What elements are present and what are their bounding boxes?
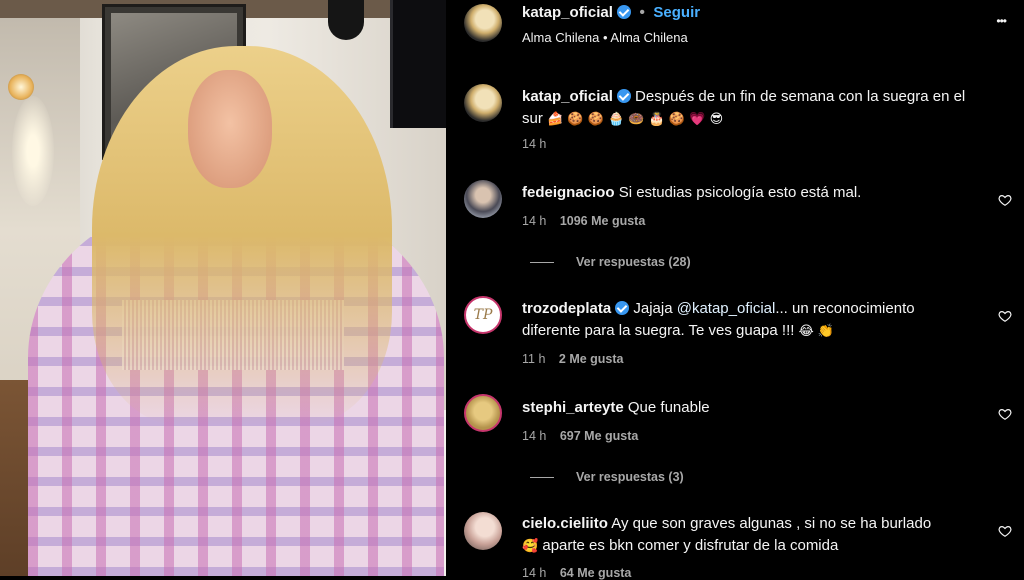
comment-avatar[interactable] (464, 512, 502, 550)
comment-likes[interactable]: 1096 Me gusta (560, 214, 645, 228)
caption-text: Después de un fin de semana con la suegr… (635, 88, 966, 105)
replies-label: Ver respuestas (28) (576, 255, 691, 269)
comment-emojis: 😂 👏 (798, 324, 835, 339)
verified-icon (616, 89, 631, 103)
comment-username[interactable]: cielo.cieliito (522, 515, 608, 532)
comments-panel: katap_oficial • Seguir Alma Chilena • Al… (446, 0, 1024, 580)
audio-separator: • (602, 30, 608, 45)
photo-spotlight (328, 0, 364, 40)
comment-text: Ay que son graves algunas , si no se ha … (611, 515, 932, 532)
comment-avatar[interactable] (464, 394, 502, 432)
caption-text-line2: sur (522, 110, 543, 127)
replies-dash (530, 261, 554, 263)
author-username[interactable]: katap_oficial (522, 4, 613, 21)
audio-right: Alma Chilena (610, 30, 688, 45)
header-dot: • (639, 4, 645, 21)
caption-emojis: 🍰 🍪 🍪 🧁 🍩 🎂 🍪 💗 😎 (547, 112, 724, 127)
comment-username[interactable]: stephi_arteyte (522, 399, 624, 416)
comment-avatar[interactable]: TP (464, 296, 502, 334)
heart-icon[interactable] (998, 524, 1012, 538)
comment-username[interactable]: fedeignacioo (522, 184, 615, 201)
comment-text: Que funable (627, 399, 710, 416)
replies-label: Ver respuestas (3) (576, 470, 684, 484)
comment-text: Si estudias psicología esto está mal. (618, 184, 862, 201)
mention-link[interactable]: @katap_oficial (677, 300, 776, 317)
comment-text-continued: ... un reconocimiento (775, 300, 915, 317)
comment-avatar[interactable] (464, 180, 502, 218)
photo-face (188, 70, 272, 188)
heart-icon[interactable] (998, 407, 1012, 421)
comment-username[interactable]: trozodeplata (522, 300, 611, 317)
view-replies-button[interactable]: Ver respuestas (28) (530, 255, 691, 269)
comment-text: Jajaja (633, 300, 677, 317)
avatar-monogram: TP (473, 307, 493, 323)
comment-time: 14 h (522, 214, 547, 228)
verified-icon (616, 5, 631, 19)
more-options-icon[interactable]: ••• (996, 14, 1007, 28)
verified-icon (615, 301, 630, 315)
comment-likes[interactable]: 697 Me gusta (560, 429, 639, 443)
comment-likes[interactable]: 64 Me gusta (560, 566, 632, 580)
comment-text-line2: diferente para la suegra. Te ves guapa !… (522, 322, 799, 339)
comment-time: 14 h (522, 566, 547, 580)
photo-tv (390, 0, 446, 128)
caption-avatar[interactable] (464, 84, 502, 122)
author-avatar[interactable] (464, 4, 502, 42)
screen: katap_oficial • Seguir Alma Chilena • Al… (0, 0, 1024, 580)
caption-username[interactable]: katap_oficial (522, 88, 613, 105)
audio-left: Alma Chilena (522, 30, 600, 45)
photo-lamp (8, 74, 34, 100)
caption-time: 14 h (522, 137, 547, 151)
comment-emoji: 🥰 (522, 539, 539, 554)
post-photo (0, 0, 446, 576)
comment-time: 14 h (522, 429, 547, 443)
view-replies-button[interactable]: Ver respuestas (3) (530, 470, 684, 484)
heart-icon[interactable] (998, 193, 1012, 207)
comment-text-line2: aparte es bkn comer y disfrutar de la co… (538, 537, 839, 554)
photo-lamp-glow (12, 96, 54, 206)
comment-likes[interactable]: 2 Me gusta (559, 352, 624, 366)
audio-info[interactable]: Alma Chilena • Alma Chilena (522, 30, 688, 45)
replies-dash (530, 476, 554, 478)
follow-button[interactable]: Seguir (653, 4, 700, 21)
comment-time: 11 h (522, 352, 546, 366)
heart-icon[interactable] (998, 309, 1012, 323)
